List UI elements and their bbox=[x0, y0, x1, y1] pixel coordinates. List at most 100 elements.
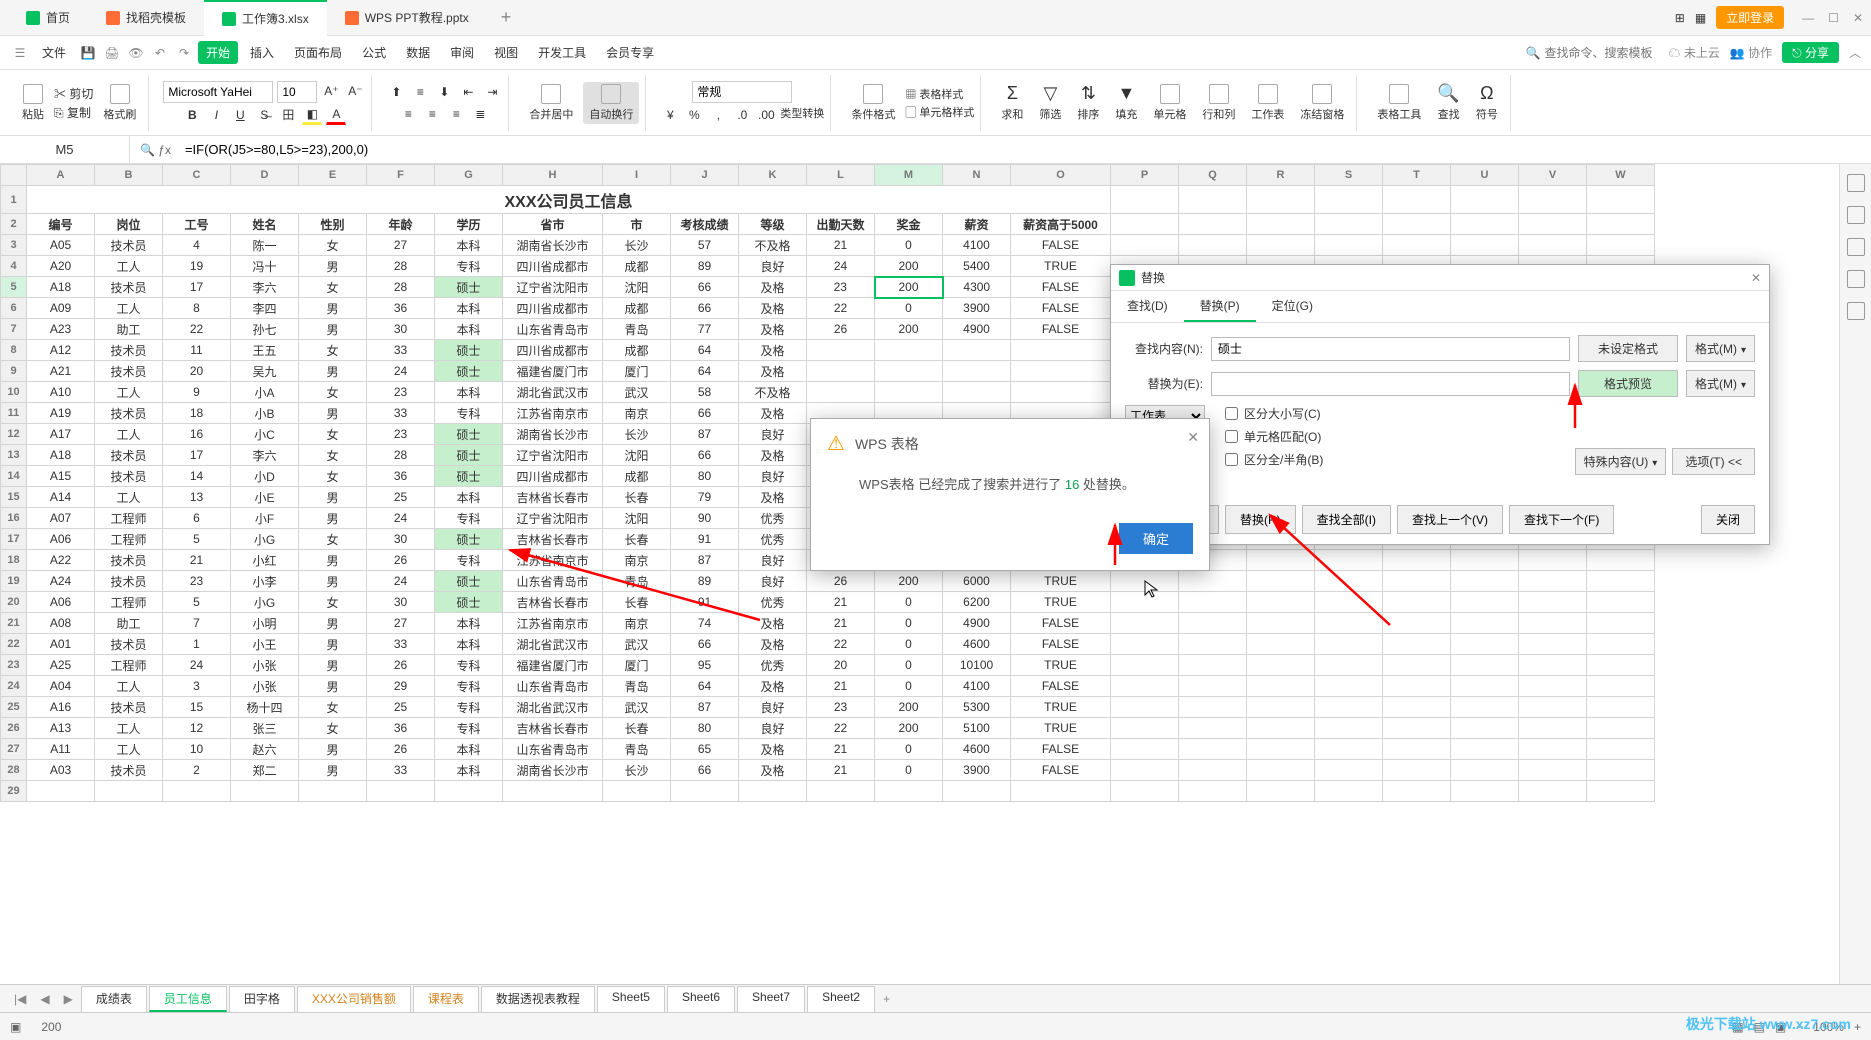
find-prev-button[interactable]: 查找上一个(V) bbox=[1397, 505, 1503, 534]
freeze-button[interactable]: 冻结窗格 bbox=[1294, 82, 1350, 124]
table-cell[interactable]: 0 bbox=[875, 655, 943, 676]
table-cell[interactable]: 技术员 bbox=[95, 550, 163, 571]
table-cell[interactable]: 25 bbox=[367, 697, 435, 718]
table-cell[interactable]: FALSE bbox=[1011, 235, 1111, 256]
table-cell[interactable]: 小王 bbox=[231, 634, 299, 655]
row-header[interactable]: 27 bbox=[1, 739, 27, 760]
table-cell[interactable]: 0 bbox=[875, 613, 943, 634]
table-cell[interactable]: 长春 bbox=[603, 487, 671, 508]
table-cell[interactable]: 硕士 bbox=[435, 592, 503, 613]
table-cell[interactable]: FALSE bbox=[1011, 739, 1111, 760]
table-cell[interactable]: 成都 bbox=[603, 256, 671, 277]
fx-icon[interactable]: 🔍 ƒx bbox=[130, 143, 181, 157]
align-top-icon[interactable]: ⬆ bbox=[386, 82, 406, 102]
table-cell[interactable]: TRUE bbox=[1011, 592, 1111, 613]
replace-one-button[interactable]: 替换(R) bbox=[1225, 505, 1296, 534]
table-cell[interactable]: 小李 bbox=[231, 571, 299, 592]
table-cell[interactable]: 湖北省武汉市 bbox=[503, 382, 603, 403]
table-cell[interactable] bbox=[943, 361, 1011, 382]
table-cell[interactable]: 本科 bbox=[435, 760, 503, 781]
table-cell[interactable]: 3 bbox=[163, 676, 231, 697]
table-cell[interactable]: 33 bbox=[367, 760, 435, 781]
indent-left-icon[interactable]: ⇤ bbox=[458, 82, 478, 102]
table-cell[interactable]: 200 bbox=[875, 256, 943, 277]
worksheet-button[interactable]: 工作表 bbox=[1245, 82, 1290, 124]
table-cell[interactable]: 本科 bbox=[435, 739, 503, 760]
font-name-select[interactable] bbox=[163, 81, 273, 103]
table-cell[interactable]: 专科 bbox=[435, 256, 503, 277]
table-cell[interactable]: 66 bbox=[671, 277, 739, 298]
table-cell[interactable]: 不及格 bbox=[739, 382, 807, 403]
table-tools-button[interactable]: 表格工具 bbox=[1371, 82, 1427, 124]
table-cell[interactable] bbox=[875, 382, 943, 403]
table-cell[interactable]: 技术员 bbox=[95, 235, 163, 256]
column-header[interactable]: O bbox=[1011, 165, 1111, 186]
table-cell[interactable]: 王五 bbox=[231, 340, 299, 361]
table-cell[interactable]: 0 bbox=[875, 298, 943, 319]
table-cell[interactable]: 33 bbox=[367, 634, 435, 655]
column-header[interactable]: C bbox=[163, 165, 231, 186]
table-cell[interactable]: 26 bbox=[367, 739, 435, 760]
table-cell[interactable]: 厦门 bbox=[603, 655, 671, 676]
table-cell[interactable]: 66 bbox=[671, 298, 739, 319]
table-cell[interactable]: 李六 bbox=[231, 445, 299, 466]
menu-review[interactable]: 审阅 bbox=[442, 41, 482, 64]
table-cell[interactable]: 33 bbox=[367, 403, 435, 424]
column-header[interactable]: M bbox=[875, 165, 943, 186]
preview-icon[interactable]: 👁 bbox=[126, 43, 146, 63]
row-header[interactable]: 2 bbox=[1, 214, 27, 235]
table-cell[interactable]: 95 bbox=[671, 655, 739, 676]
align-middle-icon[interactable]: ≡ bbox=[410, 82, 430, 102]
table-cell[interactable]: 男 bbox=[299, 634, 367, 655]
replace-format-button[interactable]: 格式(M) bbox=[1686, 370, 1755, 397]
sum-button[interactable]: Σ求和 bbox=[995, 81, 1029, 124]
side-style-icon[interactable] bbox=[1847, 206, 1865, 224]
dialog-close-button[interactable]: ✕ bbox=[1751, 271, 1761, 285]
table-cell[interactable]: 16 bbox=[163, 424, 231, 445]
table-cell[interactable]: 专科 bbox=[435, 550, 503, 571]
table-cell[interactable]: 山东省青岛市 bbox=[503, 739, 603, 760]
table-cell[interactable]: FALSE bbox=[1011, 319, 1111, 340]
table-cell[interactable]: A01 bbox=[27, 634, 95, 655]
new-tab-button[interactable]: + bbox=[487, 7, 526, 28]
table-cell[interactable]: 27 bbox=[367, 235, 435, 256]
table-cell[interactable]: 6000 bbox=[943, 571, 1011, 592]
close-dialog-button[interactable]: 关闭 bbox=[1701, 505, 1755, 534]
font-size-select[interactable] bbox=[277, 81, 317, 103]
table-cell[interactable]: 及格 bbox=[739, 676, 807, 697]
table-cell[interactable]: 18 bbox=[163, 403, 231, 424]
bold-button[interactable]: B bbox=[182, 105, 202, 125]
row-header[interactable]: 15 bbox=[1, 487, 27, 508]
table-cell[interactable]: 优秀 bbox=[739, 529, 807, 550]
row-header[interactable]: 7 bbox=[1, 319, 27, 340]
currency-icon[interactable]: ¥ bbox=[660, 105, 680, 125]
table-cell[interactable]: 28 bbox=[367, 445, 435, 466]
table-cell[interactable]: 小B bbox=[231, 403, 299, 424]
table-cell[interactable]: 男 bbox=[299, 508, 367, 529]
cell-button[interactable]: 单元格 bbox=[1147, 82, 1192, 124]
sheet-nav-next[interactable]: ▶ bbox=[58, 992, 79, 1006]
table-cell[interactable]: 长沙 bbox=[603, 424, 671, 445]
percent-icon[interactable]: % bbox=[684, 105, 704, 125]
table-cell[interactable]: 本科 bbox=[435, 634, 503, 655]
column-header[interactable]: F bbox=[367, 165, 435, 186]
table-cell[interactable]: 辽宁省沈阳市 bbox=[503, 277, 603, 298]
table-cell[interactable]: 不及格 bbox=[739, 235, 807, 256]
table-cell[interactable]: 87 bbox=[671, 550, 739, 571]
table-cell[interactable]: 男 bbox=[299, 613, 367, 634]
table-cell[interactable]: 17 bbox=[163, 277, 231, 298]
table-cell[interactable]: 小红 bbox=[231, 550, 299, 571]
table-cell[interactable]: 福建省厦门市 bbox=[503, 361, 603, 382]
table-cell[interactable]: 长春 bbox=[603, 529, 671, 550]
table-cell[interactable]: 66 bbox=[671, 445, 739, 466]
table-cell[interactable]: 2 bbox=[163, 760, 231, 781]
merge-center-button[interactable]: 合并居中 bbox=[523, 82, 579, 124]
table-cell[interactable]: 17 bbox=[163, 445, 231, 466]
table-cell[interactable]: 技术员 bbox=[95, 445, 163, 466]
table-cell[interactable]: 64 bbox=[671, 340, 739, 361]
column-header[interactable]: G bbox=[435, 165, 503, 186]
table-cell[interactable]: 23 bbox=[367, 424, 435, 445]
table-cell[interactable]: 专科 bbox=[435, 655, 503, 676]
type-convert[interactable]: 类型转换 bbox=[780, 105, 824, 125]
row-header[interactable]: 8 bbox=[1, 340, 27, 361]
